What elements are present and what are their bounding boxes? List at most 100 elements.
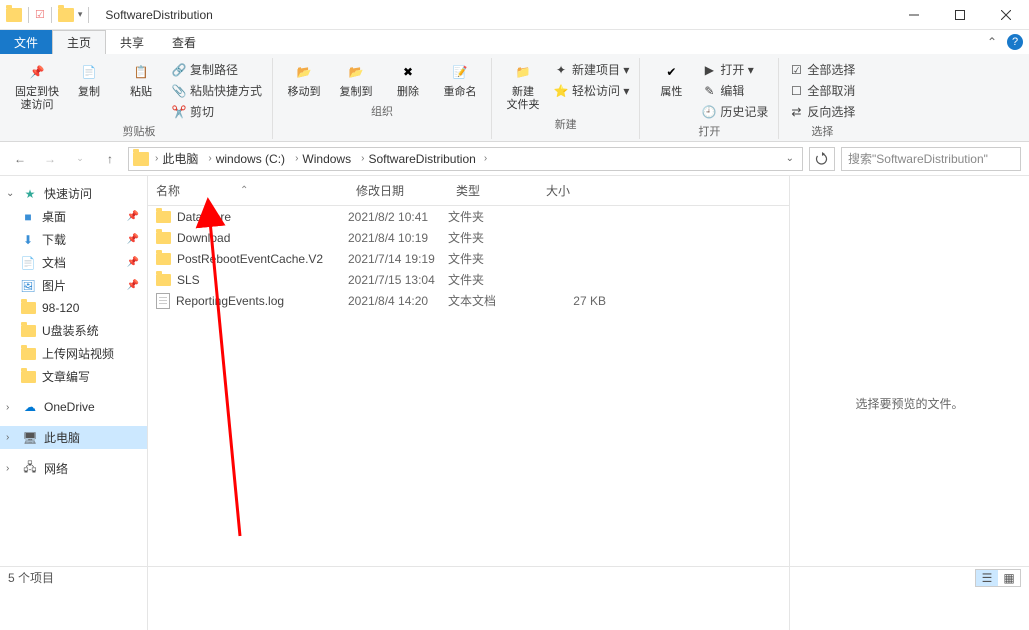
easy-access-button[interactable]: ⭐轻松访问 ▾ bbox=[552, 81, 631, 100]
col-date[interactable]: 修改日期 bbox=[348, 176, 448, 205]
col-size[interactable]: 大小 bbox=[538, 176, 618, 205]
search-input[interactable]: 搜索"SoftwareDistribution" bbox=[841, 147, 1021, 171]
file-row[interactable]: Download2021/8/4 10:19文件夹 bbox=[148, 227, 789, 248]
select-all-icon: ☑ bbox=[789, 63, 803, 77]
column-headers: 名称⌃ 修改日期 类型 大小 bbox=[148, 176, 789, 206]
cut-button[interactable]: ✂️剪切 bbox=[170, 102, 264, 121]
open-icon: ▶ bbox=[702, 63, 716, 77]
window-title: SoftwareDistribution bbox=[97, 8, 220, 22]
breadcrumb-thispc[interactable]: ›此电脑 bbox=[151, 150, 202, 167]
address-box[interactable]: ›此电脑 ›windows (C:) ›Windows ›SoftwareDis… bbox=[128, 147, 803, 171]
qat-dropdown[interactable]: ▾ bbox=[78, 9, 83, 20]
file-date: 2021/7/15 13:04 bbox=[348, 273, 448, 287]
sidebar-network[interactable]: ›🖧网络 bbox=[0, 457, 147, 480]
file-date: 2021/8/2 10:41 bbox=[348, 210, 448, 224]
recent-dropdown[interactable]: ⌄ bbox=[68, 147, 92, 171]
sidebar-desktop[interactable]: ■桌面📌 bbox=[0, 205, 147, 228]
maximize-button[interactable] bbox=[937, 0, 983, 30]
file-date: 2021/8/4 14:20 bbox=[348, 294, 448, 308]
properties-icon: ✔ bbox=[657, 60, 685, 84]
tab-home[interactable]: 主页 bbox=[52, 30, 106, 54]
breadcrumb-windows[interactable]: ›Windows bbox=[291, 152, 355, 166]
help-icon[interactable]: ? bbox=[1007, 34, 1023, 50]
select-all-button[interactable]: ☑全部选择 bbox=[787, 60, 857, 79]
file-list[interactable]: 名称⌃ 修改日期 类型 大小 DataStore2021/8/2 10:41文件… bbox=[148, 176, 789, 630]
sidebar-folder-4[interactable]: 文章编写 bbox=[0, 365, 147, 388]
cut-icon: ✂️ bbox=[172, 105, 186, 119]
network-icon: 🖧 bbox=[22, 461, 38, 477]
sidebar-this-pc[interactable]: ›🖥此电脑 bbox=[0, 426, 147, 449]
sidebar-quick-access[interactable]: ⌄★快速访问 bbox=[0, 182, 147, 205]
paste-shortcut-button[interactable]: 📎粘贴快捷方式 bbox=[170, 81, 264, 100]
view-details-button[interactable]: ☰ bbox=[976, 570, 998, 586]
sidebar-documents[interactable]: 📄文档📌 bbox=[0, 251, 147, 274]
open-button[interactable]: ▶打开 ▾ bbox=[700, 60, 770, 79]
sidebar-folder-3[interactable]: 上传网站视频 bbox=[0, 342, 147, 365]
pin-icon: 📌 bbox=[127, 234, 139, 245]
address-dropdown-icon[interactable]: ⌄ bbox=[782, 153, 798, 164]
view-toggle: ☰ ▦ bbox=[975, 569, 1021, 587]
sidebar-downloads[interactable]: ⬇下载📌 bbox=[0, 228, 147, 251]
tab-share[interactable]: 共享 bbox=[106, 30, 158, 54]
forward-button[interactable]: → bbox=[38, 147, 62, 171]
copy-button[interactable]: 📄复制 bbox=[66, 58, 112, 101]
delete-button[interactable]: ✖删除 bbox=[385, 58, 431, 101]
pin-button[interactable]: 📌固定到快 速访问 bbox=[14, 58, 60, 114]
file-date: 2021/8/4 10:19 bbox=[348, 231, 448, 245]
navigation-pane: ⌄★快速访问 ■桌面📌 ⬇下载📌 📄文档📌 🖼图片📌 98-120 U盘装系统 … bbox=[0, 176, 148, 630]
folder-icon bbox=[20, 369, 36, 385]
copyto-icon: 📂 bbox=[342, 60, 370, 84]
group-open-label: 打开 bbox=[698, 123, 720, 139]
tab-view[interactable]: 查看 bbox=[158, 30, 210, 54]
new-item-button[interactable]: ✦新建项目 ▾ bbox=[552, 60, 631, 79]
folder-icon bbox=[20, 300, 36, 316]
address-bar: ← → ⌄ ↑ ›此电脑 ›windows (C:) ›Windows ›Sof… bbox=[0, 142, 1029, 176]
paste-icon: 📋 bbox=[127, 60, 155, 84]
copy-to-button[interactable]: 📂复制到 bbox=[333, 58, 379, 101]
file-row[interactable]: DataStore2021/8/2 10:41文件夹 bbox=[148, 206, 789, 227]
col-name[interactable]: 名称⌃ bbox=[148, 176, 348, 205]
breadcrumb-current[interactable]: ›SoftwareDistribution› bbox=[357, 152, 491, 166]
paste-button[interactable]: 📋粘贴 bbox=[118, 58, 164, 101]
edit-button[interactable]: ✎编辑 bbox=[700, 81, 770, 100]
minimize-button[interactable] bbox=[891, 0, 937, 30]
new-folder-icon: 📁 bbox=[509, 60, 537, 84]
refresh-button[interactable] bbox=[809, 147, 835, 171]
pictures-icon: 🖼 bbox=[20, 278, 36, 294]
delete-icon: ✖ bbox=[394, 60, 422, 84]
file-row[interactable]: SLS2021/7/15 13:04文件夹 bbox=[148, 269, 789, 290]
breadcrumb-drive[interactable]: ›windows (C:) bbox=[204, 152, 289, 166]
file-type: 文件夹 bbox=[448, 271, 538, 288]
file-type: 文件夹 bbox=[448, 208, 538, 225]
close-button[interactable] bbox=[983, 0, 1029, 30]
select-none-button[interactable]: ☐全部取消 bbox=[787, 81, 857, 100]
copy-path-button[interactable]: 🔗复制路径 bbox=[170, 60, 264, 79]
invert-selection-button[interactable]: ⇄反向选择 bbox=[787, 102, 857, 121]
rename-button[interactable]: 📝重命名 bbox=[437, 58, 483, 101]
up-button[interactable]: ↑ bbox=[98, 147, 122, 171]
path-icon: 🔗 bbox=[172, 63, 186, 77]
sidebar-folder-1[interactable]: 98-120 bbox=[0, 297, 147, 319]
file-row[interactable]: ReportingEvents.log2021/8/4 14:20文本文档27 … bbox=[148, 290, 789, 311]
col-type[interactable]: 类型 bbox=[448, 176, 538, 205]
folder-icon bbox=[20, 346, 36, 362]
group-new-label: 新建 bbox=[555, 116, 577, 132]
sidebar-folder-2[interactable]: U盘装系统 bbox=[0, 319, 147, 342]
folder-icon bbox=[156, 232, 171, 244]
folder-icon bbox=[156, 211, 171, 223]
content-area: ⌄★快速访问 ■桌面📌 ⬇下载📌 📄文档📌 🖼图片📌 98-120 U盘装系统 … bbox=[0, 176, 1029, 630]
file-row[interactable]: PostRebootEventCache.V22021/7/14 19:19文件… bbox=[148, 248, 789, 269]
tab-file[interactable]: 文件 bbox=[0, 30, 52, 54]
titlebar: ☑ ▾ SoftwareDistribution bbox=[0, 0, 1029, 30]
move-to-button[interactable]: 📂移动到 bbox=[281, 58, 327, 101]
document-icon bbox=[156, 293, 170, 309]
new-folder-button[interactable]: 📁新建 文件夹 bbox=[500, 58, 546, 114]
sidebar-pictures[interactable]: 🖼图片📌 bbox=[0, 274, 147, 297]
history-button[interactable]: 🕘历史记录 bbox=[700, 102, 770, 121]
properties-button[interactable]: ✔属性 bbox=[648, 58, 694, 101]
qat-icon[interactable]: ☑ bbox=[35, 8, 45, 21]
back-button[interactable]: ← bbox=[8, 147, 32, 171]
view-icons-button[interactable]: ▦ bbox=[998, 570, 1020, 586]
sidebar-onedrive[interactable]: ›☁OneDrive bbox=[0, 396, 147, 418]
ribbon-collapse-icon[interactable]: ⌃ bbox=[987, 35, 997, 49]
